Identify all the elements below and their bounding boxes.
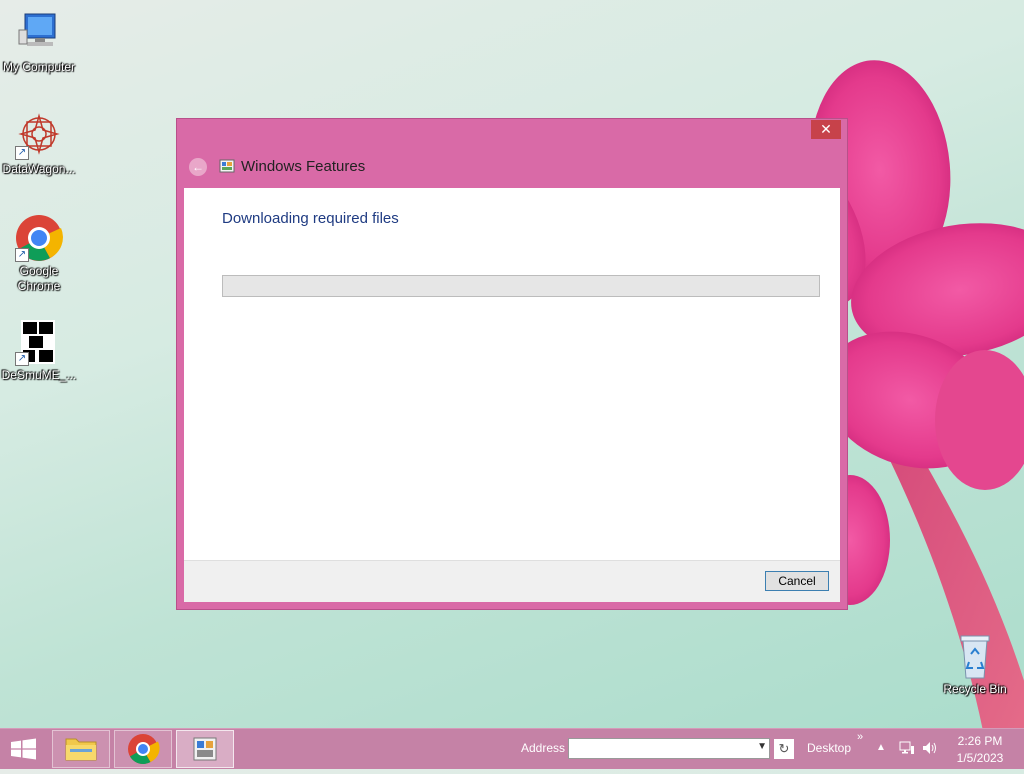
desktop-icon-desmume[interactable]: ↗ DeSmuME_... <box>0 318 78 383</box>
download-progress-bar <box>222 275 820 297</box>
desktop-icon-my-computer[interactable]: My Computer <box>0 10 78 75</box>
start-button[interactable] <box>0 729 48 769</box>
desktop-toolbar-label[interactable]: Desktop <box>807 741 851 755</box>
desktop-icon-recycle-bin[interactable]: Recycle Bin <box>936 632 1014 697</box>
toolbar-overflow-icon[interactable]: » <box>857 731 863 743</box>
taskbar-file-explorer[interactable] <box>52 730 110 768</box>
address-input[interactable]: ▼ <box>568 738 770 759</box>
clock-time[interactable]: 2:26 PM <box>955 734 1005 748</box>
shortcut-arrow-icon: ↗ <box>15 248 29 262</box>
shortcut-arrow-icon: ↗ <box>15 352 29 366</box>
chevron-down-icon[interactable]: ▼ <box>757 741 767 752</box>
cancel-button[interactable]: Cancel <box>765 571 829 591</box>
desktop-icon-label: DeSmuME_... <box>1 368 77 382</box>
windows-features-icon <box>219 158 235 174</box>
windows-features-icon <box>193 737 217 761</box>
computer-icon <box>15 10 63 58</box>
back-button[interactable]: ← <box>189 158 207 176</box>
refresh-icon[interactable]: ↻ <box>774 739 794 759</box>
dialog-title: Windows Features <box>241 158 366 175</box>
taskbar-google-chrome[interactable] <box>114 730 172 768</box>
windows-logo-icon <box>11 738 36 760</box>
dialog-footer: Cancel <box>184 560 840 602</box>
close-button[interactable]: ✕ <box>811 120 841 139</box>
desktop-icon-datawagon[interactable]: ↗ DataWagon... <box>0 112 78 177</box>
clock-date[interactable]: 1/5/2023 <box>953 751 1007 765</box>
chrome-icon <box>128 734 160 765</box>
taskbar: Address ▼ ↻ Desktop » ▲ 2:26 PM 1/5/2023 <box>0 728 1024 769</box>
chrome-icon: ↗ <box>15 214 63 262</box>
desktop-icon-label: Google Chrome <box>17 264 61 293</box>
taskbar-windows-features[interactable] <box>176 730 234 768</box>
datawagon-icon: ↗ <box>15 112 63 160</box>
desktop-icon-label: DataWagon... <box>2 162 76 176</box>
recycle-bin-icon <box>951 632 999 680</box>
desktop-icon-label: Recycle Bin <box>943 682 1007 696</box>
show-hidden-icons-icon[interactable]: ▲ <box>876 742 886 753</box>
desmume-icon: ↗ <box>15 318 63 366</box>
address-toolbar-label: Address <box>521 741 566 755</box>
desktop-icon-label: My Computer <box>2 60 76 74</box>
network-icon[interactable] <box>899 741 915 755</box>
volume-icon[interactable] <box>921 740 939 756</box>
folder-icon <box>65 738 97 761</box>
shortcut-arrow-icon: ↗ <box>15 146 29 160</box>
desktop-icon-google-chrome[interactable]: ↗ Google Chrome <box>0 214 78 294</box>
dialog-content: Downloading required files Cancel <box>184 188 840 602</box>
windows-features-dialog: ✕ ← Windows Features Downloading require… <box>176 118 848 610</box>
status-heading: Downloading required files <box>222 210 399 227</box>
